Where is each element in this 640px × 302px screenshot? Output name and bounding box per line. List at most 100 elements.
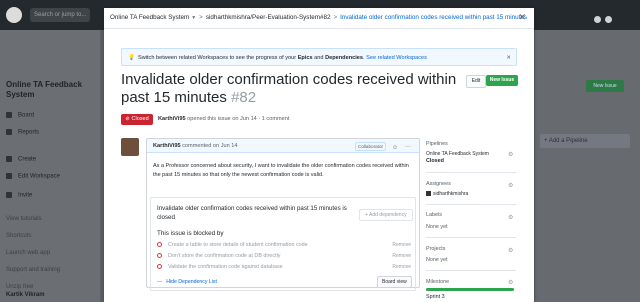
assignee[interactable]: sidharthkmishra bbox=[426, 191, 468, 197]
status-badge: ⊘ Closed bbox=[121, 114, 153, 125]
divider bbox=[426, 270, 516, 271]
see-related-workspaces-link[interactable]: See related Workspaces bbox=[366, 55, 427, 61]
modal-header: Online TA Feedback System ▼ > sidharthkmish… bbox=[104, 8, 534, 29]
divider bbox=[426, 172, 516, 173]
gear-icon[interactable]: ⚙ bbox=[508, 182, 513, 189]
issue-modal: Online TA Feedback System ▼ > sidharthkmish… bbox=[104, 8, 534, 302]
issue-title-text: Invalidate older confirmation codes rece… bbox=[121, 71, 457, 106]
issue-icon bbox=[157, 264, 162, 270]
sidebar-item-reports[interactable]: Reports bbox=[6, 129, 39, 136]
blocker-title[interactable]: Don't store the confirmation code at DB … bbox=[168, 253, 281, 259]
plus-icon[interactable] bbox=[594, 16, 601, 23]
comment-timestamp: commented on Jun 14 bbox=[180, 143, 238, 149]
assignees-heading: Assignees bbox=[426, 181, 451, 187]
board-new-issue-button[interactable]: New Issue bbox=[586, 80, 624, 92]
board-view-button[interactable]: Board view bbox=[377, 276, 412, 288]
add-dependency-button[interactable]: + Add dependency bbox=[359, 209, 413, 221]
pipelines-heading: Pipelines bbox=[426, 141, 448, 147]
blocker-row[interactable]: Validate the confirmation code against d… bbox=[157, 263, 411, 272]
remove-button[interactable]: Remove bbox=[392, 241, 411, 250]
breadcrumb-separator: > bbox=[333, 14, 338, 21]
sidebar-item-invite[interactable]: Invite bbox=[6, 192, 32, 199]
blocker-title[interactable]: Create a table to store details of stude… bbox=[168, 242, 308, 248]
sidebar-item-label: Board bbox=[18, 112, 35, 119]
close-icon[interactable]: ✕ bbox=[518, 12, 526, 23]
edit-button[interactable]: Edit bbox=[466, 75, 486, 88]
pipeline-status: Closed bbox=[426, 158, 444, 164]
gear-icon[interactable]: ⚙ bbox=[508, 247, 513, 254]
gear-icon[interactable]: ⚙ bbox=[508, 279, 513, 286]
blocker-row[interactable]: Create a table to store details of stude… bbox=[157, 241, 411, 250]
issue-icon bbox=[157, 253, 162, 259]
more-options-icon[interactable]: ··· bbox=[405, 140, 411, 154]
sidebar-link-unzip[interactable]: Unzip free bbox=[6, 284, 33, 290]
labels-heading: Labels bbox=[426, 212, 442, 218]
banner-dependencies: Dependencies bbox=[325, 55, 364, 61]
milestone-heading: Milestone bbox=[426, 279, 450, 285]
sidebar-item-label: Create bbox=[18, 156, 37, 163]
hide-dependency-list-link[interactable]: — Hide Dependency List bbox=[157, 279, 217, 285]
comment-author[interactable]: KarthiVi95 bbox=[153, 143, 181, 149]
remove-button[interactable]: Remove bbox=[392, 263, 411, 272]
blocker-row[interactable]: Don't store the confirmation code at DB … bbox=[157, 252, 411, 261]
banner-epics: Epics bbox=[297, 55, 313, 61]
breadcrumb-issue[interactable]: Invalidate older confirmation codes rece… bbox=[340, 14, 527, 21]
sidebar-item-label: Reports bbox=[18, 129, 40, 136]
blocker-title[interactable]: Validate the confirmation code against d… bbox=[168, 264, 283, 270]
pipeline-name[interactable]: Online TA Feedback System bbox=[426, 151, 489, 157]
related-workspaces-banner: 💡 Switch between related Workspaces to se… bbox=[121, 48, 517, 66]
banner-text: and bbox=[312, 55, 326, 61]
projects-heading: Projects bbox=[426, 246, 446, 252]
milestone-progress-bar bbox=[426, 288, 514, 291]
collapse-icon: — bbox=[157, 279, 163, 285]
divider bbox=[426, 204, 516, 205]
remove-button[interactable]: Remove bbox=[392, 252, 411, 261]
gear-icon[interactable]: ⚙ bbox=[508, 214, 513, 221]
issue-icon bbox=[157, 242, 162, 248]
chevron-down-icon[interactable]: ▼ bbox=[191, 15, 196, 21]
milestone-value[interactable]: Sprint 3 bbox=[426, 294, 445, 300]
dependency-panel: Invalidate older confirmation codes rece… bbox=[150, 197, 416, 291]
dependency-title: Invalidate older confirmation codes rece… bbox=[157, 204, 357, 222]
avatar[interactable] bbox=[121, 138, 139, 156]
milestone-progress-fill bbox=[426, 288, 514, 291]
github-search-input[interactable]: Search or jump to... bbox=[30, 8, 90, 22]
create-icon bbox=[6, 156, 12, 162]
dismiss-banner-icon[interactable]: ✕ bbox=[506, 49, 511, 67]
emoji-reaction-icon[interactable]: ☺ bbox=[392, 141, 398, 155]
add-pipeline-button[interactable]: + Add a Pipeline bbox=[540, 134, 630, 148]
sidebar-item-create[interactable]: Create bbox=[6, 156, 36, 163]
sidebar-item-edit-workspace[interactable]: Edit Workspace bbox=[6, 173, 60, 180]
github-logo-icon[interactable] bbox=[6, 7, 22, 23]
edit-icon bbox=[6, 173, 12, 179]
breadcrumb-workspace[interactable]: Online TA Feedback System bbox=[110, 14, 189, 21]
breadcrumb-repo[interactable]: sidharthkmishra/Peer-Evaluation-System#8… bbox=[206, 14, 331, 21]
sidebar-item-board[interactable]: Board bbox=[6, 112, 34, 119]
sidebar-link-webapp[interactable]: Launch web app bbox=[6, 250, 50, 256]
sidebar-link-support[interactable]: Support and training bbox=[6, 267, 60, 273]
comment-body: As a Professor concerned about security,… bbox=[153, 163, 409, 178]
board-icon bbox=[6, 112, 12, 118]
gear-icon[interactable]: ⚙ bbox=[508, 151, 513, 158]
new-issue-button[interactable]: New Issue bbox=[486, 75, 518, 86]
closed-issue-icon: ⊘ bbox=[125, 116, 130, 122]
issue-meta-text: opened this issue on Jun 14 · 1 comment bbox=[185, 116, 290, 122]
dependency-issue-name[interactable]: Invalidate older confirmation codes rece… bbox=[157, 205, 341, 212]
breadcrumb-separator: > bbox=[199, 14, 203, 21]
breadcrumb: Online TA Feedback System ▼ > sidharthkmish… bbox=[110, 14, 527, 21]
avatar-icon[interactable] bbox=[605, 16, 612, 23]
issue-author[interactable]: KarthiVi95 bbox=[158, 116, 186, 122]
sidebar-user[interactable]: Kartik Vikram bbox=[6, 292, 45, 298]
avatar bbox=[426, 191, 431, 197]
projects-value: None yet bbox=[426, 257, 448, 263]
issue-number: #82 bbox=[231, 89, 257, 106]
board-background bbox=[535, 30, 640, 302]
comment-header: KarthiVi95 commented on Jun 14 Collabora… bbox=[147, 139, 419, 153]
sidebar-link-tutorials[interactable]: View tutorials bbox=[6, 216, 42, 222]
sidebar-link-shortcuts[interactable]: Shortcuts bbox=[6, 233, 31, 239]
zenhub-sidebar: Online TA Feedback System Board Reports … bbox=[0, 30, 100, 302]
divider bbox=[426, 237, 516, 238]
assignee-name: sidharthkmishra bbox=[433, 191, 469, 197]
issue-meta: KarthiVi95 opened this issue on Jun 14 ·… bbox=[158, 116, 289, 122]
banner-text: Switch between related Workspaces to see… bbox=[137, 55, 298, 61]
